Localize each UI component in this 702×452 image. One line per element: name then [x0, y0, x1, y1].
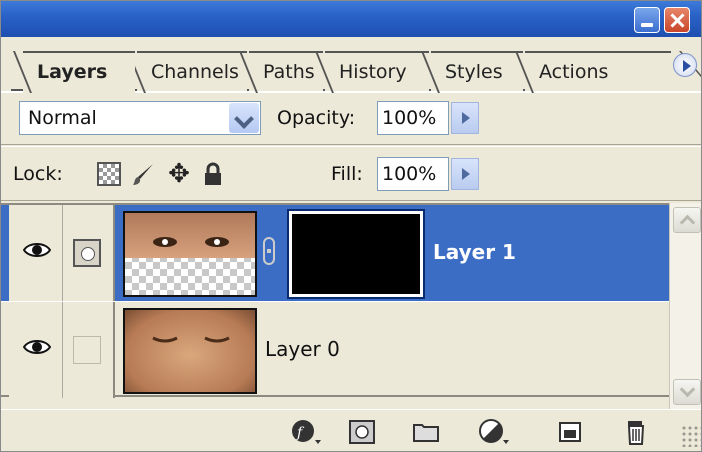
tab-styles[interactable]: Styles	[431, 51, 523, 91]
tab-layers[interactable]: Layers	[23, 51, 135, 93]
palette-title-bar[interactable]	[1, 1, 701, 37]
mask-link-cell[interactable]	[63, 302, 115, 398]
fill-input[interactable]: 100%	[377, 157, 449, 191]
palette-menu-arrow-icon[interactable]	[673, 53, 697, 77]
blend-mode-value: Normal	[28, 107, 97, 129]
layer-thumbnail[interactable]	[123, 211, 257, 297]
face-eyes-graphic	[153, 237, 229, 247]
visibility-cell[interactable]	[9, 205, 63, 301]
layer-mask-thumbnail[interactable]	[287, 209, 425, 299]
scroll-down-icon[interactable]	[673, 379, 701, 405]
adjustment-layer-icon[interactable]	[479, 418, 509, 446]
visibility-cell[interactable]	[9, 302, 63, 398]
mask-link-cell[interactable]	[63, 205, 115, 301]
new-group-icon[interactable]	[411, 418, 441, 446]
fill-label: Fill:	[331, 163, 363, 185]
close-icon[interactable]	[664, 7, 690, 33]
palette-tabs: Layers Channels Paths History Styles Act…	[1, 37, 701, 93]
fill-slider-button[interactable]	[451, 158, 479, 190]
layer-style-icon[interactable]: f	[291, 418, 321, 446]
scroll-up-icon[interactable]	[673, 207, 701, 233]
opacity-label: Opacity:	[277, 107, 356, 129]
layer-row[interactable]: Layer 0	[1, 301, 669, 398]
lock-fill-row: Lock: ✥ Fill: 100%	[1, 146, 701, 201]
layers-palette: Layers Channels Paths History Styles Act…	[0, 0, 702, 452]
add-mask-icon[interactable]	[347, 418, 377, 446]
opacity-slider-button[interactable]	[451, 102, 479, 134]
face-closed-eyes-graphic	[152, 336, 230, 343]
opacity-input[interactable]: 100%	[377, 101, 449, 135]
layers-bottom-toolbar: f	[1, 409, 701, 451]
lock-label: Lock:	[13, 163, 63, 185]
lock-move-icon[interactable]: ✥	[167, 161, 191, 187]
layer-name[interactable]: Layer 1	[433, 239, 516, 265]
resize-grip-icon[interactable]	[681, 425, 701, 447]
layer-mask-indicator-icon	[73, 239, 101, 267]
layers-scrollbar[interactable]	[669, 203, 701, 409]
layer-thumbnail[interactable]	[123, 308, 257, 394]
chevron-down-icon[interactable]	[229, 103, 259, 133]
layers-list: Layer 1 Layer 0	[1, 203, 669, 399]
tab-history[interactable]: History	[325, 51, 429, 91]
lock-transparent-icon[interactable]	[97, 162, 121, 186]
empty-link-indicator	[73, 336, 101, 364]
lock-all-icon[interactable]	[201, 162, 225, 186]
chain-link-icon[interactable]	[263, 237, 275, 265]
tab-channels[interactable]: Channels	[137, 51, 247, 91]
layer-row[interactable]: Layer 1	[1, 205, 669, 301]
blend-options-row: Normal Opacity: 100%	[1, 93, 701, 145]
layer-name[interactable]: Layer 0	[265, 336, 340, 362]
tab-actions[interactable]: Actions	[525, 51, 671, 91]
tab-paths[interactable]: Paths	[249, 51, 323, 91]
eye-icon[interactable]	[23, 241, 51, 259]
blend-mode-select[interactable]: Normal	[19, 101, 261, 135]
trash-icon[interactable]	[621, 418, 651, 446]
lock-paint-icon[interactable]	[132, 162, 156, 186]
new-layer-icon[interactable]	[555, 418, 585, 446]
minimize-icon[interactable]	[634, 7, 660, 33]
eye-icon[interactable]	[23, 338, 51, 356]
